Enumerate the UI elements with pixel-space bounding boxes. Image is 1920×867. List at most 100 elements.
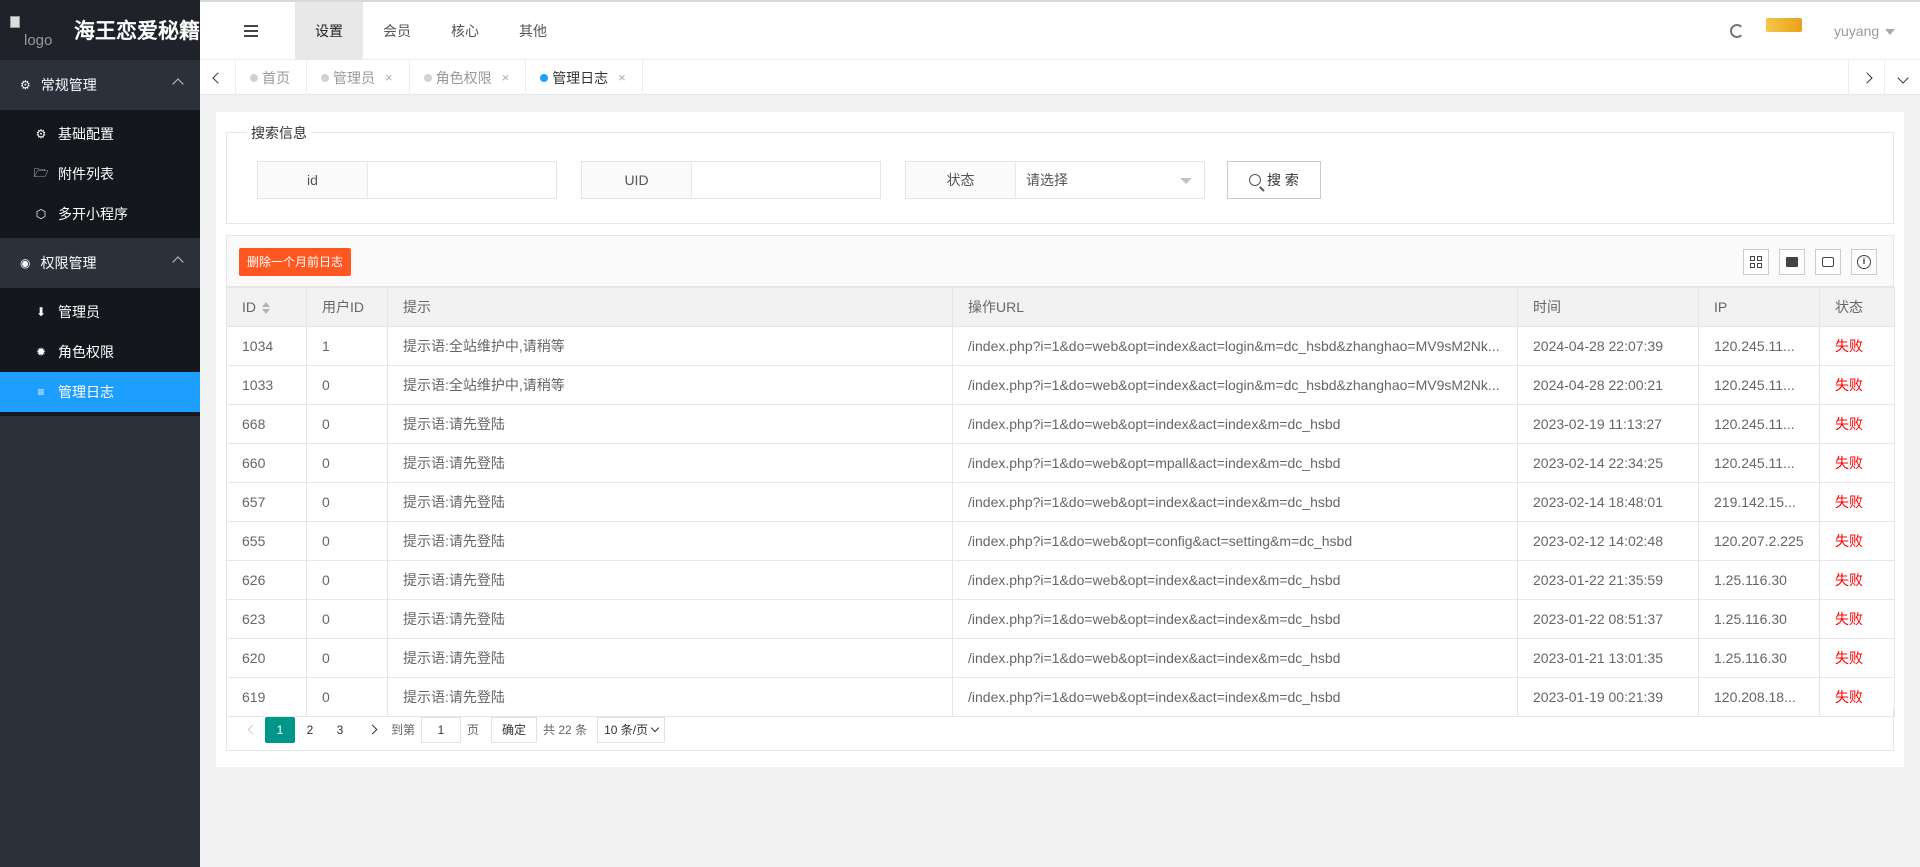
chevron-down-icon: [650, 723, 660, 733]
cell-ip: 120.245.11...: [1698, 326, 1820, 366]
tab-roles[interactable]: 角色权限 ×: [410, 60, 527, 95]
status-select[interactable]: 请选择: [1016, 162, 1204, 198]
menu-group-permissions: ◉ 权限管理 ⬇ 管理员 ✹ 角色权限 ≡ 管理日志: [0, 238, 200, 416]
info-button[interactable]: i: [1851, 249, 1877, 275]
cube-icon: ⬡: [35, 207, 47, 221]
menu-item-basic-config[interactable]: ⚙ 基础配置: [0, 114, 200, 154]
list-icon: ≡: [37, 385, 45, 399]
top-nav-core[interactable]: 核心: [431, 2, 499, 60]
grid-icon: [1750, 256, 1762, 268]
table-row[interactable]: 657 0 提示语:请先登陆/index.php?i=1&do=web&opt=in…: [226, 482, 1895, 522]
delete-old-logs-button[interactable]: 删除一个月前日志: [239, 248, 352, 276]
uid-input[interactable]: [692, 162, 880, 198]
table-row[interactable]: 1033 0 提示语:全站维护中,请稍等/index.php?i=1&do=web&…: [226, 365, 1895, 405]
tab-admins[interactable]: 管理员 ×: [307, 60, 410, 95]
table-row[interactable]: 660 0 提示语:请先登陆/index.php?i=1&do=web&opt=mp…: [226, 443, 1895, 483]
table-row[interactable]: 626 0 提示语:请先登陆/index.php?i=1&do=web&opt=in…: [226, 560, 1895, 600]
cell-url: /index.php?i=1&do=web&opt=config&act=set…: [952, 521, 1518, 561]
menu-item-admins[interactable]: ⬇ 管理员: [0, 292, 200, 332]
menu-item-label: 多开小程序: [58, 206, 128, 222]
cell-time: 2023-02-14 22:34:25: [1517, 443, 1699, 483]
menu-item-roles[interactable]: ✹ 角色权限: [0, 332, 200, 372]
goto-page-input[interactable]: 1: [421, 716, 462, 743]
caret-down-icon[interactable]: [1885, 29, 1895, 35]
cell-ip: 1.25.116.30: [1698, 599, 1820, 639]
col-header-id[interactable]: ID: [226, 287, 307, 327]
sort-icon[interactable]: [262, 302, 270, 315]
print-button[interactable]: [1815, 249, 1841, 275]
page-size-value: 10 条/页: [604, 723, 649, 737]
page-number-2[interactable]: 2: [295, 717, 325, 743]
field-label: UID: [582, 162, 692, 198]
table-body: 1034 1 提示语:全站维护中,请稍等/index.php?i=1&do=web&…: [226, 326, 1895, 717]
cell-tip: 提示语:全站维护中,请稍等: [387, 365, 953, 405]
top-nav-other[interactable]: 其他: [499, 2, 567, 60]
search-button[interactable]: 搜 索: [1227, 161, 1321, 199]
cell-time: 2024-04-28 22:00:21: [1517, 365, 1699, 405]
refresh-icon[interactable]: [1730, 24, 1744, 38]
table-row[interactable]: 623 0 提示语:请先登陆/index.php?i=1&do=web&opt=in…: [226, 599, 1895, 639]
sidebar: logo 海王恋爱秘籍 ⚙ 常规管理 ⚙ 基础配置 🗁 附件列表 ⬡ 多开小程序: [0, 0, 200, 867]
page-size-select[interactable]: 10 条/页: [597, 716, 666, 743]
menu-item-label: 管理日志: [58, 384, 114, 400]
tab-home[interactable]: 首页: [236, 60, 307, 95]
cell-uid: 1: [306, 326, 388, 366]
table-row[interactable]: 620 0 提示语:请先登陆/index.php?i=1&do=web&opt=in…: [226, 638, 1895, 678]
top-nav: 设置 会员 核心 其他: [295, 2, 567, 60]
close-icon[interactable]: ×: [385, 70, 393, 85]
search-field-id: id: [257, 161, 557, 199]
avatar[interactable]: [1766, 18, 1802, 32]
tabs-scroll-right[interactable]: [1848, 60, 1884, 95]
logo-alt-text: logo: [24, 32, 53, 49]
export-button[interactable]: [1779, 249, 1805, 275]
next-page-button[interactable]: [359, 724, 385, 735]
cell-status: 失败: [1819, 365, 1895, 405]
close-icon[interactable]: ×: [502, 70, 510, 85]
top-nav-members[interactable]: 会员: [363, 2, 431, 60]
bug-icon: ✹: [35, 345, 47, 359]
github-icon: ◉: [20, 256, 31, 270]
logo-area: logo 海王恋爱秘籍: [0, 0, 200, 60]
menu-item-mini-programs[interactable]: ⬡ 多开小程序: [0, 194, 200, 234]
page-number-3[interactable]: 3: [325, 717, 355, 743]
cell-id: 623: [226, 599, 307, 639]
chevron-left-icon: [211, 71, 224, 84]
cell-tip: 提示语:全站维护中,请稍等: [387, 326, 953, 366]
id-input[interactable]: [368, 162, 556, 198]
logs-table: ID 用户ID 提示 操作URL 时间 IP 状态 1034 1 提示语:全站维护中…: [226, 287, 1895, 717]
cell-uid: 0: [306, 404, 388, 444]
goto-confirm-button[interactable]: 确定: [491, 716, 538, 743]
tabs-scroll-left[interactable]: [200, 60, 236, 95]
cell-time: 2023-02-12 14:02:48: [1517, 521, 1699, 561]
tabs-menu[interactable]: [1884, 60, 1920, 95]
table-row[interactable]: 1034 1 提示语:全站维护中,请稍等/index.php?i=1&do=web&…: [226, 326, 1895, 366]
cell-time: 2023-01-21 13:01:35: [1517, 638, 1699, 678]
table-row[interactable]: 668 0 提示语:请先登陆/index.php?i=1&do=web&opt=in…: [226, 404, 1895, 444]
table-header-row: ID 用户ID 提示 操作URL 时间 IP 状态: [226, 287, 1895, 327]
tab-admin-logs[interactable]: 管理日志 ×: [526, 60, 643, 95]
cell-id: 1033: [226, 365, 307, 405]
user-name[interactable]: yuyang: [1834, 23, 1879, 39]
cell-tip: 提示语:请先登陆: [387, 599, 953, 639]
menu-toggle-icon[interactable]: [244, 25, 258, 37]
cell-time: 2023-02-14 18:48:01: [1517, 482, 1699, 522]
page-number-1[interactable]: 1: [265, 716, 295, 743]
table-tools: i: [1733, 249, 1877, 275]
columns-filter-button[interactable]: [1743, 249, 1769, 275]
menu-item-admin-logs[interactable]: ≡ 管理日志: [0, 372, 200, 412]
goto-label: 到第: [391, 723, 416, 737]
menu-head-permissions[interactable]: ◉ 权限管理: [0, 238, 200, 288]
cell-tip: 提示语:请先登陆: [387, 560, 953, 600]
search-field-uid: UID: [581, 161, 881, 199]
cell-id: 657: [226, 482, 307, 522]
menu-item-attachments[interactable]: 🗁 附件列表: [0, 154, 200, 194]
col-header-uid: 用户ID: [306, 287, 388, 327]
prev-page-button[interactable]: [239, 724, 265, 735]
cell-tip: 提示语:请先登陆: [387, 638, 953, 678]
menu-head-general[interactable]: ⚙ 常规管理: [0, 60, 200, 110]
top-nav-settings[interactable]: 设置: [295, 2, 363, 60]
col-header-label: ID: [242, 299, 256, 315]
cell-status: 失败: [1819, 482, 1895, 522]
table-row[interactable]: 655 0 提示语:请先登陆/index.php?i=1&do=web&opt=co…: [226, 521, 1895, 561]
close-icon[interactable]: ×: [618, 70, 626, 85]
